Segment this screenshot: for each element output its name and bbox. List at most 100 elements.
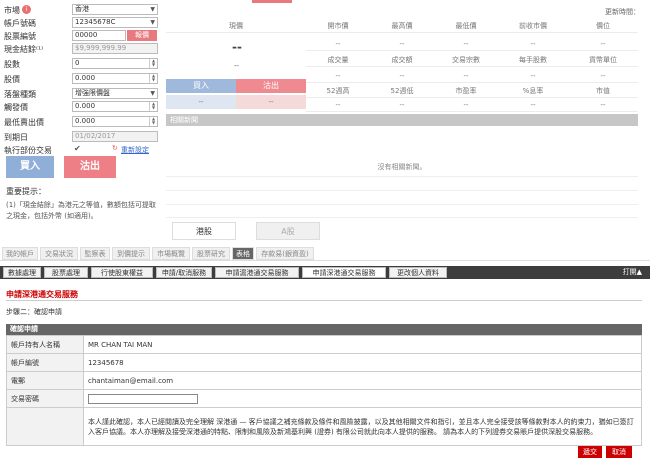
partial-label: 執行部份交易 xyxy=(4,146,52,155)
market-label: 市場 i xyxy=(4,5,31,16)
qty-label: 股數 xyxy=(4,60,20,69)
quote-header: 52週高 xyxy=(306,84,370,98)
news-header: 相關新聞 xyxy=(166,114,638,126)
account-select[interactable]: 12345678C xyxy=(72,17,158,28)
quote-header: 最高價 xyxy=(370,19,434,33)
checkbox-icon[interactable]: ✔ xyxy=(74,144,81,153)
max-stepper[interactable]: ▲ ▼ xyxy=(149,117,157,126)
trigger-stepper[interactable]: ▲ ▼ xyxy=(149,102,157,111)
nav-forms[interactable]: 表格 xyxy=(232,247,254,260)
nav-watchlist[interactable]: 監察表 xyxy=(80,247,110,260)
price-head: 現價 xyxy=(166,19,306,33)
trigger-label: 觸發價 xyxy=(4,103,28,112)
order-type-select[interactable]: 增強限價盤 xyxy=(72,88,158,99)
nav-research[interactable]: 股票研究 xyxy=(192,247,230,260)
email-value: chantaiman@email.com xyxy=(83,371,642,390)
stock-input[interactable]: 00000 xyxy=(72,30,126,41)
subnav-shenzhen[interactable]: 申請深港通交易服務 xyxy=(302,267,386,278)
subnav-personal[interactable]: 更改個人資料 xyxy=(389,267,447,278)
cancel-button[interactable]: 取消 xyxy=(606,446,632,458)
quote-header: 最低價 xyxy=(434,19,498,33)
max-value: 0.000 xyxy=(75,117,96,125)
sell-button[interactable]: 沽出 xyxy=(64,156,116,178)
news-grid xyxy=(166,176,638,218)
price-value: 0.000 xyxy=(75,74,96,82)
subnav-service[interactable]: 申請/取消服務 xyxy=(156,267,212,278)
account-label: 帳戶號碼 xyxy=(4,19,36,28)
order-type-label: 落盤種類 xyxy=(4,90,36,99)
nav-market-overview[interactable]: 市場概覽 xyxy=(152,247,190,260)
nav-my-account[interactable]: 我的帳戶 xyxy=(2,247,38,260)
name-label: 帳戶持有人名稱 xyxy=(6,335,84,354)
expiry-input[interactable]: 01/02/2017 xyxy=(72,131,158,142)
nav-trade-status[interactable]: 交易狀況 xyxy=(40,247,78,260)
password-input[interactable] xyxy=(88,393,198,404)
subnav-rights[interactable]: 行使股東權益 xyxy=(91,267,153,278)
current-price: -- xyxy=(232,40,242,54)
news-empty: 沒有相關新聞。 xyxy=(377,163,427,171)
quote-value: -- xyxy=(370,98,434,112)
buy-button[interactable]: 買入 xyxy=(6,156,54,178)
update-time: 更新時間： xyxy=(605,8,640,16)
collapse-toggle[interactable]: 打開▲ xyxy=(623,267,642,278)
tab-hk-stocks[interactable]: 港股 xyxy=(172,222,236,240)
acct-label: 帳戶編號 xyxy=(6,353,84,372)
quote-header-bar xyxy=(252,0,292,3)
quote-value: -- xyxy=(498,37,568,51)
quote-header: 市盈率 xyxy=(434,84,498,98)
acct-value: 12345678 xyxy=(83,353,642,372)
subnav-shanghai[interactable]: 申請滬港通交易服務 xyxy=(215,267,299,278)
name-value: MR CHAN TAI MAN xyxy=(83,335,642,354)
quote-sell-value: -- xyxy=(236,95,306,109)
max-input[interactable]: 0.000 ▲ ▼ xyxy=(72,116,158,127)
step-label: 步驟二：確認申請 xyxy=(6,308,62,316)
declaration-text: 本人謹此確認，本人已經閱讀及完全理解 深港通 — 客戶協議之補充條款及條件和風險… xyxy=(83,407,642,446)
expiry-label: 到期日 xyxy=(4,133,28,142)
price-input[interactable]: 0.000 ▲ ▼ xyxy=(72,73,158,84)
table-row: 本人謹此確認，本人已經閱讀及完全理解 深港通 — 客戶協議之補充條款及條件和風險… xyxy=(6,407,642,446)
quote-header: 成交量 xyxy=(306,53,370,67)
order-type-row: 落盤種類 增強限價盤 xyxy=(4,88,158,100)
email-label: 電郵 xyxy=(6,371,84,390)
subnav-data[interactable]: 數據處理 xyxy=(3,267,41,278)
order-panel: 市場i 香港 帳戶號碼 12345678C 股票編號 00000 報價 現金結餘… xyxy=(0,0,162,240)
market-select[interactable]: 香港 xyxy=(72,4,158,15)
reset-link[interactable]: 重新設定 xyxy=(121,145,149,155)
quote-sell-label[interactable]: 沽出 xyxy=(236,79,306,93)
pwd-cell xyxy=(83,389,642,408)
subnav-stock[interactable]: 股票處理 xyxy=(44,267,88,278)
quote-button[interactable]: 報價 xyxy=(127,30,157,41)
table-row: 交易密碼 xyxy=(6,389,642,408)
quote-value: -- xyxy=(434,98,498,112)
stock-label: 股票編號 xyxy=(4,32,36,41)
confirm-table: 帳戶持有人名稱 MR CHAN TAI MAN 帳戶編號 12345678 電郵… xyxy=(6,335,642,446)
quote-buy-label[interactable]: 買入 xyxy=(166,79,236,93)
table-row: 帳戶持有人名稱 MR CHAN TAI MAN xyxy=(6,335,642,354)
cash-label: 現金結餘⁽¹⁾ xyxy=(4,45,44,54)
quote-value: -- xyxy=(306,37,370,51)
quote-header: %息率 xyxy=(498,84,568,98)
quote-value: -- xyxy=(434,69,498,83)
qty-input[interactable]: 0 ▲ ▼ xyxy=(72,58,158,69)
quote-value: -- xyxy=(568,98,638,112)
quote-value: -- xyxy=(370,37,434,51)
account-row: 帳戶號碼 12345678C xyxy=(4,17,158,29)
quote-value: -- xyxy=(306,69,370,83)
quote-header: 市值 xyxy=(568,84,638,98)
nav-price-alert[interactable]: 到價提示 xyxy=(112,247,150,260)
qty-stepper[interactable]: ▲ ▼ xyxy=(149,59,157,68)
price-stepper[interactable]: ▲ ▼ xyxy=(149,74,157,83)
note-body: (1)「現金結餘」為港元之等值，數額包括可提取之現金，包括外幣 (如適用)。 xyxy=(6,201,156,220)
table-row: 電郵 chantaiman@email.com xyxy=(6,371,642,390)
expiry-row: 到期日 01/02/2017 xyxy=(4,131,158,143)
reset-icon[interactable]: ↻ xyxy=(112,144,118,152)
trigger-input[interactable]: 0.000 ▲ ▼ xyxy=(72,101,158,112)
price-row: 股價 0.000 ▲ ▼ xyxy=(4,73,158,85)
tab-a-shares[interactable]: A股 xyxy=(256,222,320,240)
quote-value: -- xyxy=(498,98,568,112)
submit-button[interactable]: 遞交 xyxy=(578,446,602,458)
decl-label xyxy=(6,407,84,446)
max-label: 最低賣出價 xyxy=(4,118,44,127)
nav-deposit[interactable]: 存款易(銀資盈) xyxy=(256,247,314,260)
info-icon[interactable]: i xyxy=(22,5,31,14)
